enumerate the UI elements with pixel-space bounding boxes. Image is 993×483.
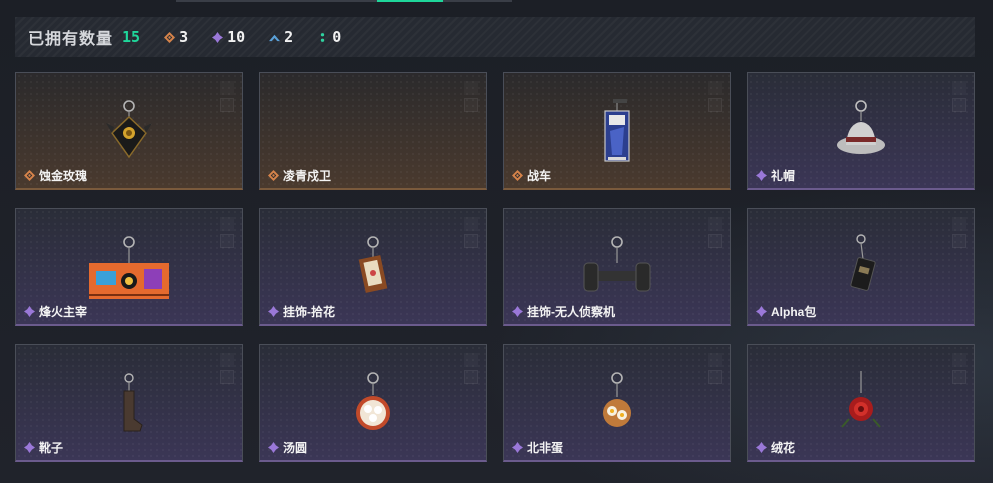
item-card[interactable]: 北非蛋 — [503, 344, 731, 462]
rarity-count-orange: 3 — [164, 28, 188, 46]
card-decoration — [708, 370, 722, 384]
orange-diamond-icon — [164, 31, 176, 43]
card-decoration — [708, 217, 722, 231]
blue-chevron-icon — [269, 34, 281, 41]
rarity-count-purple: 10 — [212, 28, 245, 46]
tangyuan-bowl-pendant-icon — [356, 372, 390, 430]
shakshuka-pan-pendant-icon — [603, 372, 631, 427]
top-tab-underline — [176, 0, 512, 2]
orange-diamond-icon — [512, 170, 523, 181]
graffiti-container-pendant-icon — [89, 236, 169, 299]
purple-diamond-icon — [756, 170, 767, 181]
item-card[interactable]: 凌青戍卫 — [259, 72, 487, 190]
purple-diamond-icon — [268, 442, 279, 453]
item-name: 汤圆 — [283, 441, 308, 455]
item-name: 凌青戍卫 — [283, 169, 332, 183]
item-card[interactable]: 蚀金玫瑰 — [15, 72, 243, 190]
active-tab-indicator — [377, 0, 443, 2]
drone-pendant-icon — [583, 236, 651, 292]
item-card[interactable]: 汤圆 — [259, 344, 487, 462]
card-decoration — [220, 234, 234, 248]
card-decoration — [952, 234, 966, 248]
card-decoration — [708, 234, 722, 248]
alpha-bag-pendant-icon — [850, 234, 876, 291]
owned-count-total: 15 — [122, 28, 141, 46]
item-name: 蚀金玫瑰 — [39, 169, 88, 183]
purple-diamond-icon — [24, 306, 35, 317]
rarity-count-green: 0 — [317, 28, 341, 46]
item-name: 战车 — [527, 169, 552, 183]
purple-diamond-icon — [512, 306, 523, 317]
card-decoration — [952, 370, 966, 384]
boot-pendant-icon — [123, 373, 143, 432]
card-decoration — [952, 98, 966, 112]
item-card[interactable]: 挂饰-无人侦察机 — [503, 208, 731, 326]
item-card[interactable]: 绒花 — [747, 344, 975, 462]
item-name: Alpha包 — [771, 305, 817, 319]
picture-frame-pendant-icon — [358, 236, 388, 293]
item-name: 烽火主宰 — [39, 305, 88, 319]
purple-diamond-icon — [212, 31, 224, 43]
green-dots-icon — [321, 32, 325, 42]
card-decoration — [220, 98, 234, 112]
item-name: 北非蛋 — [527, 441, 564, 455]
item-name: 靴子 — [39, 441, 64, 455]
card-decoration — [464, 370, 478, 384]
item-card[interactable]: 礼帽 — [747, 72, 975, 190]
purple-diamond-icon — [512, 442, 523, 453]
purple-diamond-icon — [756, 442, 767, 453]
top-hat-pendant-icon — [837, 100, 885, 154]
item-name: 绒花 — [771, 441, 796, 455]
purple-diamond-icon — [268, 306, 279, 317]
card-decoration — [220, 353, 234, 367]
card-decoration — [952, 217, 966, 231]
card-decoration — [464, 98, 478, 112]
card-decoration — [952, 353, 966, 367]
red-velvet-flower-pendant-icon — [841, 371, 881, 428]
chariot-card-pendant-icon — [604, 99, 630, 162]
orange-diamond-icon — [268, 170, 279, 181]
purple-diamond-icon — [756, 306, 767, 317]
card-decoration — [708, 81, 722, 95]
item-name: 挂饰-拾花 — [283, 305, 335, 319]
card-decoration — [220, 81, 234, 95]
orange-diamond-icon — [24, 170, 35, 181]
item-card[interactable]: 挂饰-拾花 — [259, 208, 487, 326]
pendant-collection-grid: 蚀金玫瑰 凌青戍卫 战车 礼帽 烽火主宰 挂饰-拾花 挂饰-无人侦察机 Alph… — [15, 72, 975, 462]
card-decoration — [464, 81, 478, 95]
item-card[interactable]: 战车 — [503, 72, 731, 190]
item-card[interactable]: Alpha包 — [747, 208, 975, 326]
card-decoration — [220, 217, 234, 231]
item-name: 礼帽 — [771, 169, 796, 183]
owned-summary-bar: 已拥有数量 15 3 10 2 0 — [15, 17, 975, 57]
card-decoration — [708, 98, 722, 112]
gold-rose-pendant-icon — [106, 100, 152, 159]
item-name: 挂饰-无人侦察机 — [527, 305, 615, 319]
item-card[interactable]: 靴子 — [15, 344, 243, 462]
item-card[interactable]: 烽火主宰 — [15, 208, 243, 326]
card-decoration — [220, 370, 234, 384]
card-decoration — [708, 353, 722, 367]
card-decoration — [464, 234, 478, 248]
card-decoration — [952, 81, 966, 95]
rarity-count-blue: 2 — [269, 28, 293, 46]
card-decoration — [464, 353, 478, 367]
purple-diamond-icon — [24, 442, 35, 453]
owned-count-label: 已拥有数量 — [28, 31, 114, 48]
card-decoration — [464, 217, 478, 231]
